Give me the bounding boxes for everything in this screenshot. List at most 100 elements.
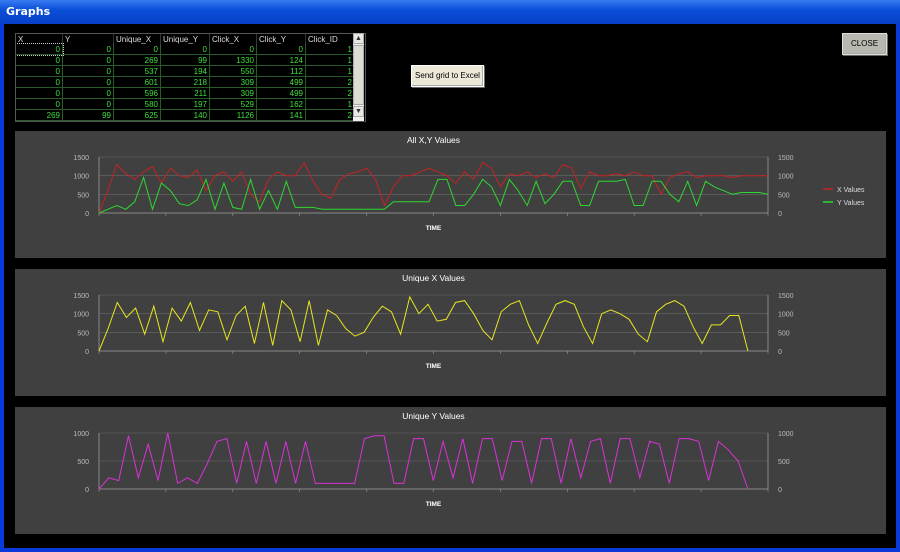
- window-frame: Graphs X Y Unique_X Unique_Y Click_X Click_Y C…: [0, 0, 900, 552]
- grid-cell[interactable]: 1: [305, 44, 355, 55]
- grid-cell[interactable]: 309: [209, 76, 257, 88]
- grid-cell[interactable]: 99: [62, 109, 114, 121]
- grid-cell[interactable]: 162: [256, 98, 306, 110]
- grid-cell[interactable]: 0: [16, 98, 63, 110]
- grid-cell[interactable]: 124: [256, 54, 306, 66]
- grid-cell[interactable]: 141: [256, 109, 306, 121]
- chart-unique-y: Unique Y Values 0 0 500 500 1000 1000 TIME: [73, 411, 794, 508]
- grid-cell[interactable]: 1: [305, 65, 355, 77]
- grid-cell[interactable]: 499: [256, 87, 306, 99]
- chart-panel-unique-x: Unique X Values 0 0 500 500 1000 1000 1500 1500 T…: [15, 269, 886, 396]
- grid-cell[interactable]: 0: [62, 87, 114, 99]
- scroll-up-arrow-icon[interactable]: ▲: [353, 33, 364, 44]
- grid-row[interactable]: 0 0 580 197 529 162 1: [16, 98, 355, 110]
- chart-panel-all: All X,Y Values 0 0 500 500 1000 1000 1500 1500 TI…: [15, 131, 886, 258]
- grid-row[interactable]: 0 0 601 218 309 499 2: [16, 76, 355, 88]
- close-button[interactable]: CLOSE: [842, 33, 887, 55]
- grid-cell[interactable]: 269: [113, 54, 161, 66]
- y-tick-label-right: 500: [778, 459, 790, 466]
- grid-cell[interactable]: 99: [160, 54, 210, 66]
- grid-cell[interactable]: 0: [113, 44, 161, 55]
- grid-cell[interactable]: 625: [113, 109, 161, 121]
- grid-cell[interactable]: 2: [305, 76, 355, 88]
- chart-panel-unique-y: Unique Y Values 0 0 500 500 1000 1000 TIME: [15, 407, 886, 534]
- y-tick-label-left: 0: [85, 487, 89, 494]
- grid-cell[interactable]: 0: [16, 76, 63, 88]
- grid-cell[interactable]: 537: [113, 65, 161, 77]
- grid-column-header[interactable]: Click_ID: [305, 34, 355, 44]
- y-tick-label-right: 1000: [778, 431, 794, 438]
- grid-cell[interactable]: 211: [160, 87, 210, 99]
- grid-cell[interactable]: 601: [113, 76, 161, 88]
- y-tick-label-right: 1000: [778, 312, 794, 319]
- y-tick-label-left: 500: [77, 330, 89, 337]
- grid-cell[interactable]: 2: [305, 87, 355, 99]
- grid-cell[interactable]: 0: [256, 44, 306, 55]
- grid-cell[interactable]: 194: [160, 65, 210, 77]
- grid-row[interactable]: 0000001: [16, 43, 355, 56]
- grid-column-header[interactable]: X: [16, 34, 63, 44]
- grid-cell[interactable]: 1: [305, 98, 355, 110]
- chart-title: Unique Y Values: [402, 411, 464, 421]
- grid-cell[interactable]: 0: [160, 44, 210, 55]
- grid-row[interactable]: 269 99 625 140 1126 141 2: [16, 109, 355, 121]
- y-tick-label-right: 1500: [778, 293, 794, 300]
- grid-column-header[interactable]: Click_X: [209, 34, 257, 44]
- grid-cell[interactable]: 0: [16, 65, 63, 77]
- grid-cell[interactable]: 0: [62, 65, 114, 77]
- data-grid-table: X Y Unique_X Unique_Y Click_X Click_Y Click_ID…: [16, 34, 355, 121]
- grid-cell[interactable]: 269: [16, 109, 63, 121]
- grid-row[interactable]: 0 0 269 99 1330 124 1: [16, 54, 355, 66]
- grid-row[interactable]: 0 0 596 211 309 499 2: [16, 87, 355, 99]
- data-grid[interactable]: X Y Unique_X Unique_Y Click_X Click_Y Click_ID…: [15, 33, 366, 122]
- title-bar[interactable]: Graphs: [0, 0, 900, 24]
- y-tick-label-left: 1000: [73, 431, 89, 438]
- grid-cell[interactable]: 197: [160, 98, 210, 110]
- grid-cell[interactable]: 309: [209, 87, 257, 99]
- grid-cell[interactable]: 1126: [209, 109, 257, 121]
- grid-cell[interactable]: 0: [62, 44, 114, 55]
- y-tick-label-right: 500: [778, 330, 790, 337]
- grid-cell[interactable]: 0: [16, 87, 63, 99]
- series-line-0: [98, 295, 749, 352]
- grid-cell[interactable]: 140: [160, 109, 210, 121]
- grid-cell[interactable]: 0: [62, 98, 114, 110]
- grid-scrollbar[interactable]: ▲ ▼: [353, 33, 364, 121]
- series-line-0: [98, 161, 768, 214]
- grid-cell[interactable]: 112: [256, 65, 306, 77]
- grid-cell[interactable]: 499: [256, 76, 306, 88]
- chart-title: Unique X Values: [402, 273, 465, 283]
- grid-header-row: X Y Unique_X Unique_Y Click_X Click_Y Click_ID: [16, 34, 355, 44]
- y-tick-label-left: 1500: [73, 293, 89, 300]
- grid-cell[interactable]: 0: [16, 54, 63, 66]
- y-tick-label-right: 0: [778, 487, 782, 494]
- grid-cell[interactable]: 580: [113, 98, 161, 110]
- grid-cell[interactable]: 218: [160, 76, 210, 88]
- y-tick-label-left: 1500: [73, 155, 89, 162]
- grid-column-header[interactable]: Unique_X: [113, 34, 161, 44]
- grid-column-header[interactable]: Click_Y: [256, 34, 306, 44]
- grid-cell[interactable]: 529: [209, 98, 257, 110]
- y-tick-label-right: 500: [778, 192, 790, 199]
- grid-row[interactable]: 0 0 537 194 550 112 1: [16, 65, 355, 77]
- grid-column-header[interactable]: Y: [62, 34, 114, 44]
- scroll-down-arrow-icon[interactable]: ▼: [353, 106, 364, 117]
- grid-cell[interactable]: 596: [113, 87, 161, 99]
- scroll-thumb[interactable]: [353, 45, 364, 105]
- grid-cell[interactable]: 0: [62, 54, 114, 66]
- grid-cell[interactable]: 0: [209, 44, 257, 55]
- client-area: X Y Unique_X Unique_Y Click_X Click_Y Click_ID…: [4, 24, 896, 548]
- grid-cell[interactable]: 1: [305, 54, 355, 66]
- grid-cell[interactable]: 2: [305, 109, 355, 121]
- grid-cell[interactable]: 1330: [209, 54, 257, 66]
- send-to-excel-button[interactable]: Send grid to Excel: [411, 65, 484, 87]
- x-axis-label: TIME: [426, 363, 442, 370]
- grid-cell[interactable]: 0: [16, 43, 64, 56]
- legend-label: X Values: [837, 187, 865, 194]
- y-tick-label-left: 0: [85, 211, 89, 218]
- grid-cell[interactable]: 550: [209, 65, 257, 77]
- y-tick-label-right: 0: [778, 349, 782, 356]
- chart-unique-x: Unique X Values 0 0 500 500 1000 1000 1500 1500 T…: [73, 273, 794, 370]
- grid-column-header[interactable]: Unique_Y: [160, 34, 210, 44]
- grid-cell[interactable]: 0: [62, 76, 114, 88]
